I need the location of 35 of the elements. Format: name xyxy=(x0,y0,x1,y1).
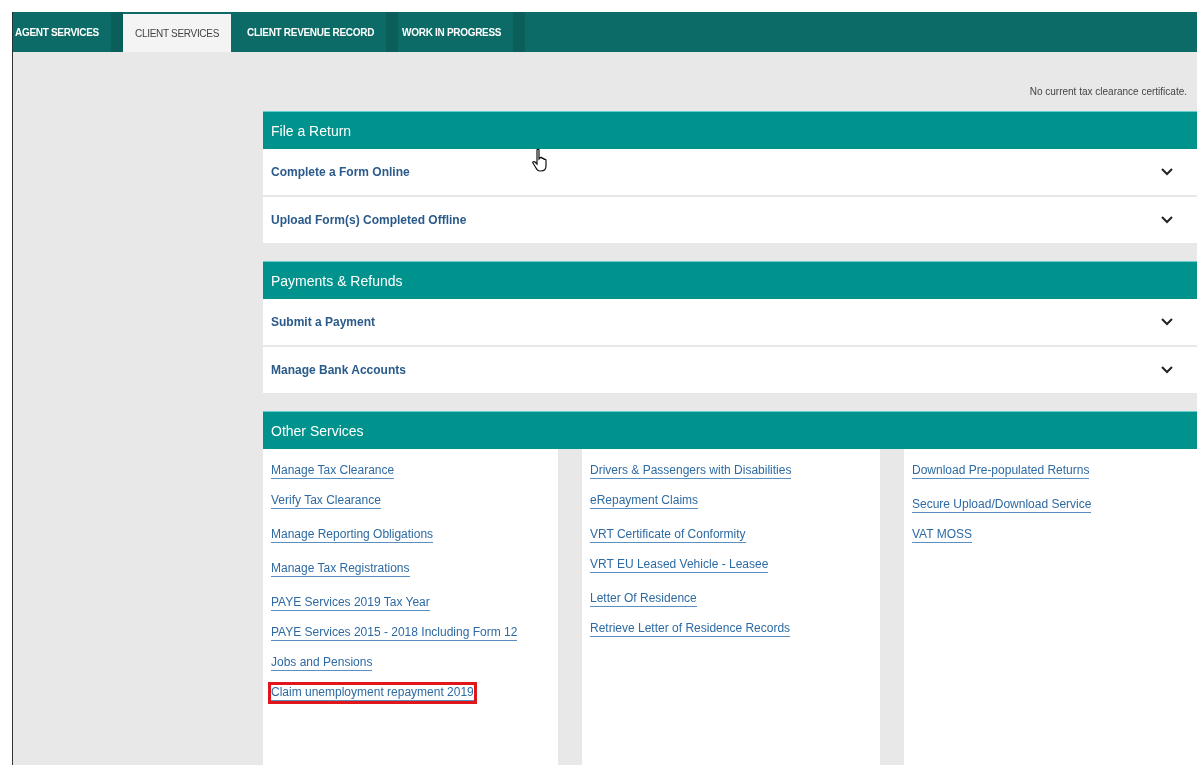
service-link[interactable]: Jobs and Pensions xyxy=(271,655,373,671)
notice-text: No current tax clearance certificate. xyxy=(1028,86,1188,99)
service-link[interactable]: Manage Tax Registrations xyxy=(271,561,410,577)
service-link[interactable]: PAYE Services 2015 - 2018 Including Form 12 xyxy=(271,625,518,641)
service-link[interactable]: Manage Reporting Obligations xyxy=(271,527,434,543)
service-link[interactable]: Claim unemployment repayment 2019 xyxy=(271,685,474,701)
accordion-row[interactable]: Upload Form(s) Completed Offline xyxy=(263,197,1197,243)
accordion-row[interactable]: Manage Bank Accounts xyxy=(263,347,1197,393)
service-link[interactable]: VAT MOSS xyxy=(912,527,972,543)
chevron-icon xyxy=(1161,318,1173,326)
tab[interactable]: AGENT SERVICES xyxy=(13,12,123,52)
chevron-icon xyxy=(1161,168,1173,176)
panel-header: Payments & Refunds xyxy=(263,261,1197,299)
service-link[interactable]: Drivers & Passengers with Disabilities xyxy=(590,463,792,479)
service-link[interactable]: Letter Of Residence xyxy=(590,591,697,607)
service-link[interactable]: Manage Tax Clearance xyxy=(271,463,395,479)
service-link[interactable]: VRT Certificate of Conformity xyxy=(590,527,746,543)
panel-header: Other Services xyxy=(263,411,1197,449)
service-link[interactable]: Secure Upload/Download Service xyxy=(912,497,1092,513)
accordion-label: Complete a Form Online xyxy=(271,165,410,179)
service-link[interactable]: Download Pre-populated Returns xyxy=(912,463,1090,479)
service-link[interactable]: PAYE Services 2019 Tax Year xyxy=(271,595,430,611)
service-link[interactable]: VRT EU Leased Vehicle - Leasee xyxy=(590,557,769,573)
chevron-icon xyxy=(1161,216,1173,224)
accordion-row[interactable]: Submit a Payment xyxy=(263,299,1197,345)
service-link[interactable]: Verify Tax Clearance xyxy=(271,493,381,509)
accordion-label: Upload Form(s) Completed Offline xyxy=(271,213,467,227)
chevron-icon xyxy=(1161,366,1173,374)
accordion-label: Manage Bank Accounts xyxy=(271,363,406,377)
accordion-label: Submit a Payment xyxy=(271,315,376,329)
service-link[interactable]: Retrieve Letter of Residence Records xyxy=(590,621,791,637)
service-link[interactable]: eRepayment Claims xyxy=(590,493,699,509)
accordion-row[interactable]: Complete a Form Online xyxy=(263,149,1197,195)
panel-header: File a Return xyxy=(263,111,1197,149)
tab[interactable]: CLIENT SERVICES xyxy=(123,14,232,52)
